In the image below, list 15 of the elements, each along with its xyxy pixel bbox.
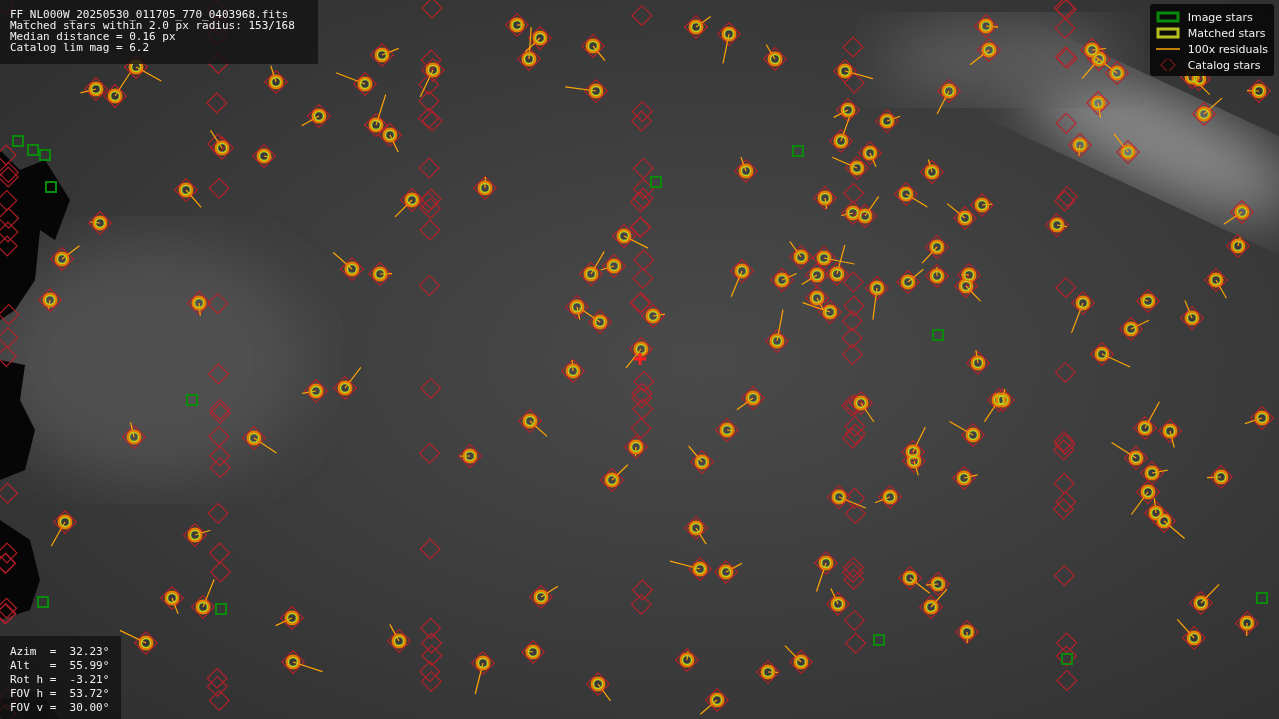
matched-star-marker-icon <box>1155 27 1180 39</box>
info-text: Median distance = 0.16 px <box>10 31 176 42</box>
info-text: Matched stars within 2.0 px radius: 153/168 <box>10 20 296 31</box>
pointing-text: Alt = 55.99° <box>10 660 111 671</box>
pointing-text: FOV h = 53.72° <box>10 688 111 699</box>
info-text: FF_NL000W_20250530_011705_770_0403968.fits <box>10 9 290 20</box>
legend-label: Matched stars <box>1187 26 1266 40</box>
info-text: Catalog lim mag = 6.2 <box>10 42 151 53</box>
legend-label: Image stars <box>1187 10 1253 24</box>
pointing-text: Rot h = -3.21° <box>10 674 111 685</box>
pointing-text: Azim = 32.23° <box>10 646 111 657</box>
pointing-text: FOV v = 30.00° <box>10 702 111 713</box>
image-star-marker-icon <box>1155 11 1180 23</box>
legend-label: 100x residuals <box>1187 42 1268 56</box>
legend-label: Catalog stars <box>1187 58 1261 72</box>
